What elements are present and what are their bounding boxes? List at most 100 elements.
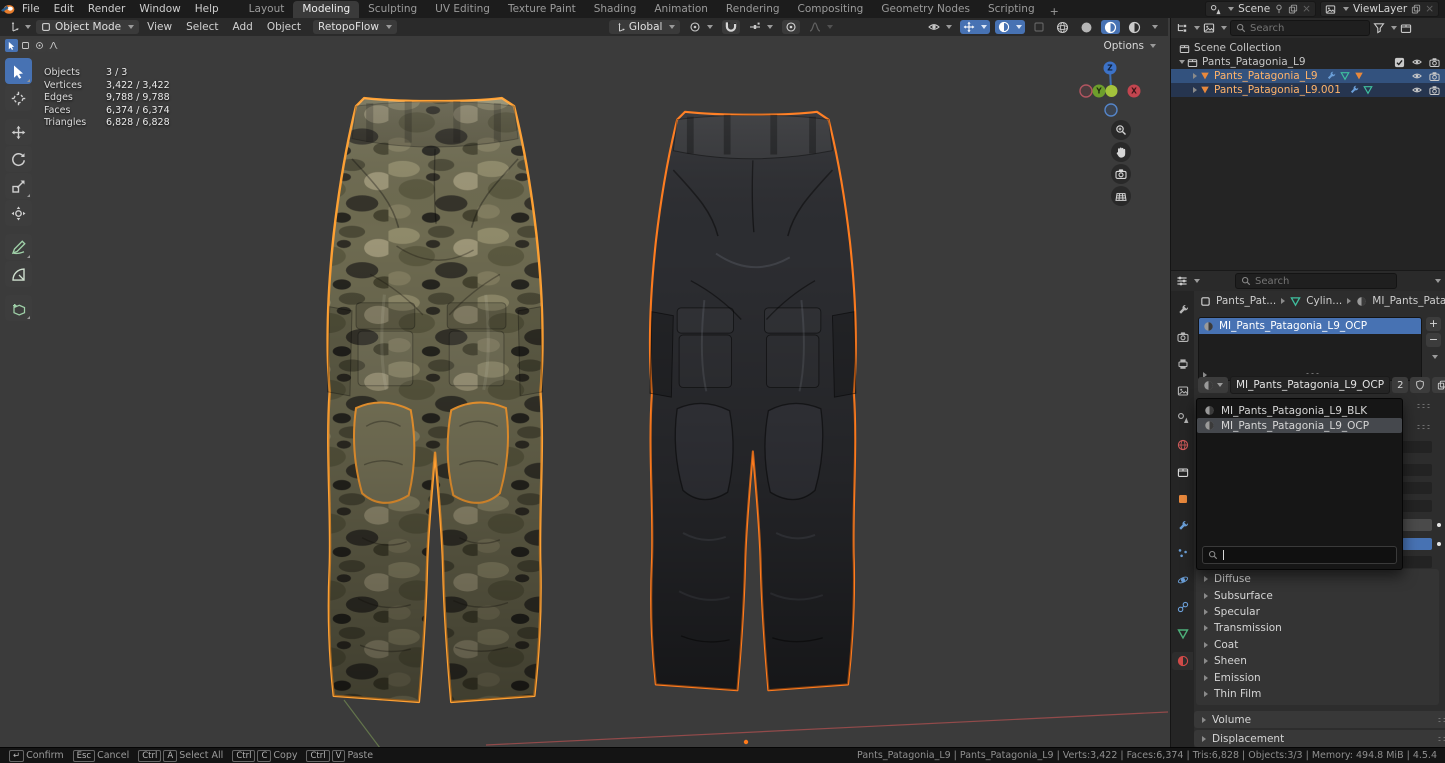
eye-icon[interactable] bbox=[1411, 57, 1423, 67]
pivot-point-dropdown[interactable] bbox=[686, 20, 716, 34]
gizmo-axis-neg-z[interactable] bbox=[1105, 104, 1117, 116]
viewport-canvas[interactable]: Options O bbox=[0, 36, 1168, 748]
material-name-field[interactable]: MI_Pants_Patagonia_L9_OCP bbox=[1230, 376, 1390, 394]
material-users-button[interactable]: 2 bbox=[1392, 377, 1408, 393]
tab-rendering[interactable]: Rendering bbox=[717, 1, 789, 18]
panel-volume[interactable]: Volume bbox=[1194, 711, 1445, 728]
shading-solid-button[interactable] bbox=[1077, 20, 1096, 34]
tab-world[interactable] bbox=[1172, 436, 1193, 454]
tab-layout[interactable]: Layout bbox=[240, 1, 294, 18]
tab-view-layer[interactable] bbox=[1172, 382, 1193, 400]
menu-select[interactable]: Select bbox=[180, 21, 224, 33]
dropdown-item-highlighted[interactable]: MI_Pants_Patagonia_L9_OCP bbox=[1197, 418, 1402, 433]
tab-object[interactable] bbox=[1172, 490, 1193, 508]
select-circle-mode[interactable] bbox=[33, 39, 46, 52]
section-sheen[interactable]: Sheen bbox=[1196, 653, 1439, 669]
section-coat[interactable]: Coat bbox=[1196, 637, 1439, 653]
shading-wireframe-button[interactable] bbox=[1053, 20, 1072, 34]
decorator-dot[interactable] bbox=[1437, 523, 1441, 527]
eye-icon[interactable] bbox=[1411, 85, 1423, 95]
menu-window[interactable]: Window bbox=[132, 3, 187, 15]
outliner-display-mode-icon[interactable] bbox=[1176, 22, 1188, 34]
tab-particles[interactable] bbox=[1172, 544, 1193, 562]
properties-search[interactable] bbox=[1235, 273, 1397, 289]
expand-icon[interactable] bbox=[1193, 87, 1197, 93]
select-tweak-mode[interactable] bbox=[5, 39, 18, 52]
tab-animation[interactable]: Animation bbox=[645, 1, 717, 18]
tool-add-cube[interactable] bbox=[5, 295, 32, 321]
tool-measure[interactable] bbox=[5, 261, 32, 287]
panel-grip[interactable] bbox=[1416, 424, 1431, 430]
new-material-button[interactable] bbox=[1432, 377, 1445, 393]
tab-physics[interactable] bbox=[1172, 571, 1193, 589]
pants-black-model[interactable] bbox=[618, 106, 880, 698]
tool-annotate[interactable] bbox=[5, 234, 32, 260]
new-collection-icon[interactable] bbox=[1400, 22, 1412, 34]
tab-modeling[interactable]: Modeling bbox=[293, 1, 359, 18]
scene-selector[interactable]: Scene × bbox=[1205, 1, 1316, 17]
menu-object[interactable]: Object bbox=[261, 21, 307, 33]
mode-dropdown[interactable]: Object Mode bbox=[36, 20, 139, 34]
chevron-down-icon[interactable] bbox=[1221, 26, 1227, 30]
snap-target-dropdown[interactable] bbox=[746, 20, 776, 34]
expand-icon[interactable] bbox=[1193, 73, 1197, 79]
panel-displacement[interactable]: Displacement bbox=[1194, 730, 1445, 747]
slot-specials-chevron[interactable] bbox=[1432, 355, 1438, 359]
properties-editor-icon[interactable] bbox=[1176, 275, 1188, 287]
select-box-mode[interactable] bbox=[19, 39, 32, 52]
tab-compositing[interactable]: Compositing bbox=[789, 1, 873, 18]
remove-slot-button[interactable]: − bbox=[1426, 333, 1441, 347]
tab-texture-paint[interactable]: Texture Paint bbox=[499, 1, 585, 18]
section-subsurface[interactable]: Subsurface bbox=[1196, 587, 1439, 603]
proportional-falloff-dropdown[interactable] bbox=[806, 20, 836, 34]
pin-icon[interactable] bbox=[1274, 4, 1284, 14]
decorator-dot[interactable] bbox=[1437, 542, 1441, 546]
outliner-search[interactable] bbox=[1230, 20, 1370, 36]
view-layer-selector[interactable]: ViewLayer × bbox=[1320, 1, 1439, 17]
chevron-down-icon[interactable] bbox=[1194, 279, 1200, 283]
shading-rendered-button[interactable] bbox=[1125, 20, 1144, 34]
dropdown-search[interactable] bbox=[1202, 546, 1397, 564]
tab-tool[interactable] bbox=[1172, 301, 1193, 319]
outliner-row-object-active[interactable]: Pants_Patagonia_L9 bbox=[1171, 69, 1445, 83]
tool-cursor[interactable] bbox=[5, 85, 32, 111]
menu-edit[interactable]: Edit bbox=[47, 3, 81, 15]
tab-object-data[interactable] bbox=[1172, 625, 1193, 643]
orthographic-toggle-button[interactable] bbox=[1111, 186, 1131, 206]
menu-render[interactable]: Render bbox=[81, 3, 132, 15]
expand-icon[interactable] bbox=[1179, 60, 1185, 64]
tab-render[interactable] bbox=[1172, 328, 1193, 346]
camera-icon[interactable] bbox=[1429, 57, 1440, 68]
chevron-down-icon[interactable] bbox=[1391, 26, 1397, 30]
camera-icon[interactable] bbox=[1429, 85, 1440, 96]
panel-grip[interactable] bbox=[1416, 403, 1431, 409]
section-emission[interactable]: Emission bbox=[1196, 669, 1439, 685]
zoom-button[interactable] bbox=[1111, 120, 1131, 140]
properties-options-chevron[interactable] bbox=[1435, 279, 1441, 283]
xray-toggle[interactable] bbox=[1030, 20, 1048, 34]
section-thin-film[interactable]: Thin Film bbox=[1196, 686, 1439, 702]
add-slot-button[interactable]: + bbox=[1426, 317, 1441, 331]
proportional-editing-toggle[interactable] bbox=[782, 20, 800, 34]
overlays-toggle[interactable] bbox=[995, 20, 1025, 34]
tab-scene[interactable] bbox=[1172, 409, 1193, 427]
tool-scale[interactable] bbox=[5, 173, 32, 199]
tab-geometry-nodes[interactable]: Geometry Nodes bbox=[872, 1, 979, 18]
breadcrumb-object[interactable]: Pants_Pat... bbox=[1216, 295, 1276, 307]
gizmo-axis-neg-y[interactable] bbox=[1106, 85, 1118, 97]
menu-add[interactable]: Add bbox=[226, 21, 258, 33]
tab-sculpting[interactable]: Sculpting bbox=[359, 1, 426, 18]
tool-move[interactable] bbox=[5, 119, 32, 145]
tool-rotate[interactable] bbox=[5, 146, 32, 172]
material-slot-list[interactable]: MI_Pants_Patagonia_L9_OCP bbox=[1198, 317, 1422, 381]
eye-icon[interactable] bbox=[1411, 71, 1423, 81]
snap-toggle[interactable] bbox=[722, 20, 740, 34]
tab-constraints[interactable] bbox=[1172, 598, 1193, 616]
tab-uv-editing[interactable]: UV Editing bbox=[426, 1, 499, 18]
tab-shading[interactable]: Shading bbox=[585, 1, 646, 18]
tab-material[interactable] bbox=[1172, 652, 1193, 670]
tab-scripting[interactable]: Scripting bbox=[979, 1, 1044, 18]
properties-search-input[interactable] bbox=[1255, 276, 1391, 287]
navigation-gizmo[interactable]: X Y Z bbox=[1078, 58, 1142, 122]
transform-orientation-dropdown[interactable]: Global bbox=[609, 20, 681, 34]
